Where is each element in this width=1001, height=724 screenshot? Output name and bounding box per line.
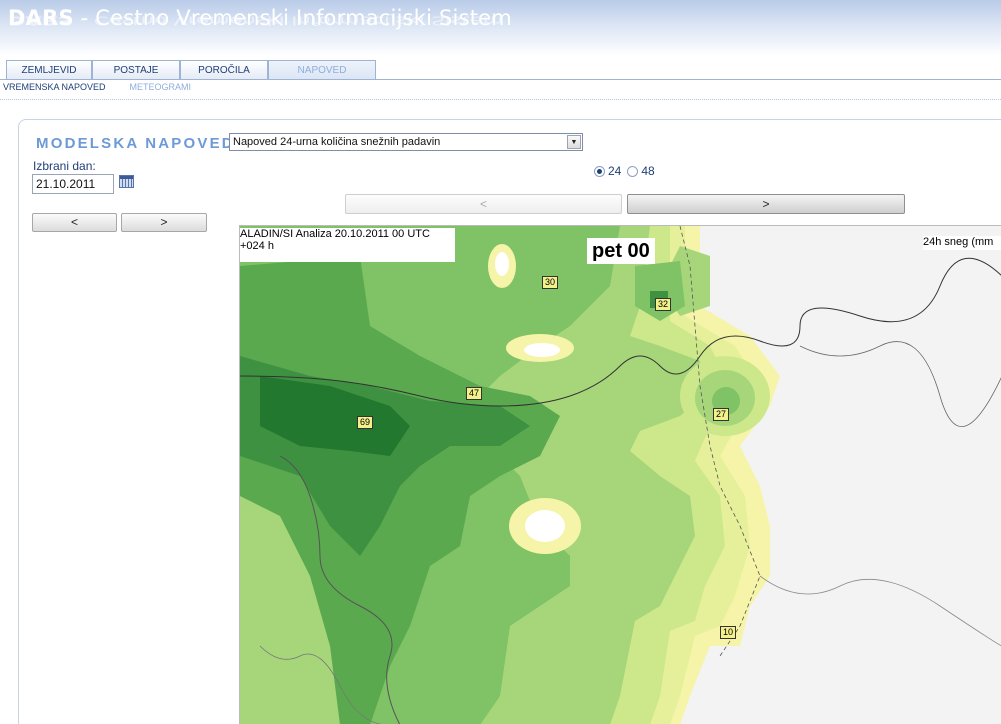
range-radio-group: 24 48 [594, 164, 655, 178]
next-map-button[interactable]: > [627, 194, 905, 214]
tab-postaje[interactable]: POSTAJE [92, 60, 180, 80]
prev-map-button[interactable]: < [345, 194, 622, 214]
radio-48[interactable] [627, 165, 639, 177]
radio-24[interactable] [594, 165, 605, 177]
next-day-button[interactable]: > [121, 213, 207, 232]
sub-navigation: VREMENSKA NAPOVED METEOGRAMI [3, 82, 191, 92]
chevron-down-icon[interactable]: ▼ [567, 135, 581, 149]
date-label: Izbrani dan: [33, 159, 96, 173]
map-unit-label: 24h sneg (mm [923, 236, 1001, 250]
hole-south-core [525, 510, 565, 542]
app-title-reflection: DARS - Cestno Vremenski Informacijski Si… [8, 13, 504, 28]
value-label: 47 [466, 387, 483, 400]
date-input[interactable]: 21.10.2011 [32, 174, 114, 194]
radio-48-label: 48 [641, 164, 655, 178]
value-label: 32 [655, 298, 672, 311]
model-label: ALADIN/SI Analiza 20.10.2011 00 UTC [240, 228, 430, 240]
snow-contour-map [240, 226, 1001, 724]
tab-porocila[interactable]: POROČILA [180, 60, 268, 80]
model-caption: ALADIN/SI Analiza 20.10.2011 00 UTC +024… [240, 228, 455, 262]
subnav-meteogrami[interactable]: METEOGRAMI [130, 82, 192, 92]
tab-divider [0, 79, 1001, 80]
value-label: 27 [713, 408, 730, 421]
hole-central-core [524, 343, 560, 357]
select-value: Napoved 24-urna količina snežnih padavin [233, 136, 441, 148]
separator [0, 99, 1001, 100]
radio-24-label: 24 [608, 164, 622, 178]
tab-zemljevid[interactable]: ZEMLJEVID [6, 60, 92, 80]
subnav-vremenska-napoved[interactable]: VREMENSKA NAPOVED [3, 82, 106, 92]
main-tabs: ZEMLJEVID POSTAJE POROČILA NAPOVED [6, 60, 376, 80]
app-header: DARS - Cestno Vremenski Informacijski Si… [0, 0, 1001, 56]
value-label: 69 [357, 416, 374, 429]
hole-north-core [495, 252, 509, 276]
calendar-icon[interactable] [119, 175, 134, 188]
map-day-label: pet 00 [587, 238, 655, 264]
tab-napoved[interactable]: NAPOVED [268, 60, 376, 80]
value-label: 10 [720, 626, 737, 639]
lead-time-label: +024 h [240, 240, 274, 252]
section-title: MODELSKA NAPOVED: [36, 135, 243, 152]
forecast-type-select[interactable]: Napoved 24-urna količina snežnih padavin… [229, 133, 583, 151]
forecast-map: ALADIN/SI Analiza 20.10.2011 00 UTC +024… [239, 225, 1001, 724]
value-label: 30 [542, 276, 559, 289]
prev-day-button[interactable]: < [32, 213, 117, 232]
